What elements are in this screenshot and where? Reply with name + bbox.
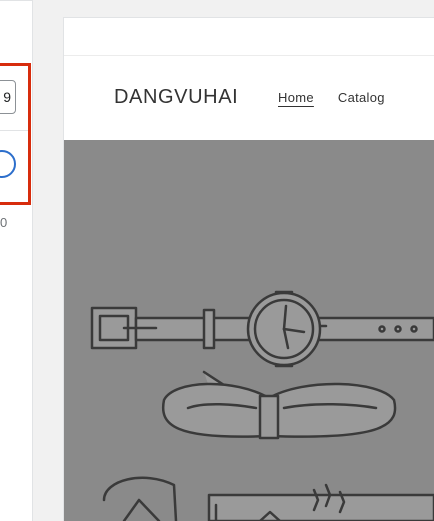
settings-panel: 9 0 <box>0 0 33 521</box>
main-nav: Home Catalog <box>278 90 385 105</box>
hero-image <box>64 140 434 521</box>
panel-top-divider <box>0 0 32 1</box>
nav-home[interactable]: Home <box>278 90 314 105</box>
theme-preview: DANGVUHAI Home Catalog <box>64 18 434 521</box>
accessories-illustration <box>90 290 434 521</box>
store-logo[interactable]: DANGVUHAI <box>114 86 238 109</box>
range-min-value: 0 <box>0 215 8 230</box>
store-header: DANGVUHAI Home Catalog <box>64 56 434 140</box>
highlight-outline <box>0 63 31 205</box>
announcement-bar <box>64 18 434 56</box>
nav-catalog[interactable]: Catalog <box>338 90 385 105</box>
